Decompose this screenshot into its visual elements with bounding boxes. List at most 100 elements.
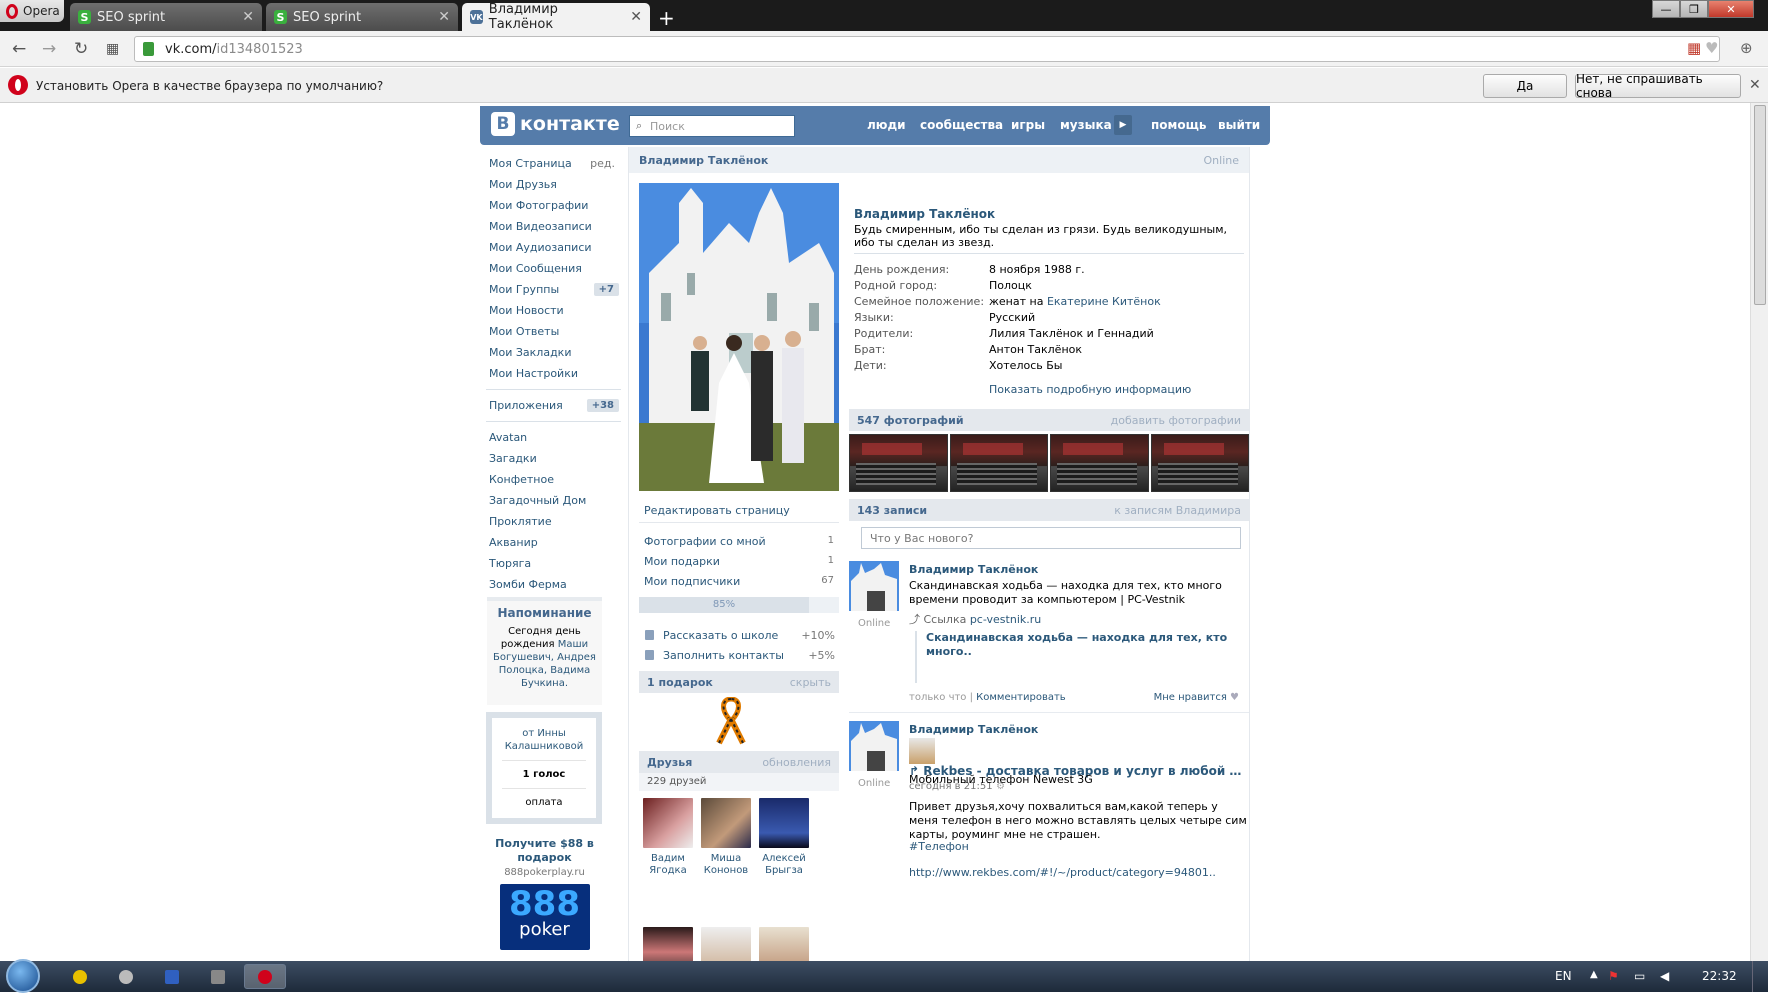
friends-updates-link[interactable]: обновления — [762, 756, 831, 769]
info-value[interactable]: 8 ноября 1988 г. — [989, 263, 1085, 276]
new-tab-icon[interactable]: + — [658, 6, 675, 30]
nav-games[interactable]: игры — [1011, 118, 1045, 132]
friend-card[interactable] — [693, 927, 759, 961]
nav-people[interactable]: люди — [867, 118, 906, 132]
menu-bookmarks[interactable]: Мои Закладки — [486, 342, 621, 363]
post-author[interactable]: Владимир Таклёнок — [909, 563, 1038, 576]
like-button[interactable]: Мне нравится ♥ — [1154, 692, 1239, 703]
tab-vk-profile[interactable]: VK Владимир Таклёнок ✕ — [462, 2, 650, 32]
menu-videos[interactable]: Мои Видеозаписи — [486, 216, 621, 237]
post-author-avatar[interactable] — [849, 721, 899, 771]
menu-my-page[interactable]: Моя Страница ред. — [486, 153, 621, 174]
volume-icon[interactable]: ◀ — [1660, 969, 1669, 983]
nav-logout[interactable]: выйти — [1218, 118, 1260, 132]
menu-audio[interactable]: Мои Аудиозаписи — [486, 237, 621, 258]
friend-card[interactable]: Алексей Брыгза — [751, 798, 817, 877]
menu-news[interactable]: Мои Новости — [486, 300, 621, 321]
network-icon[interactable]: ▭ — [1634, 969, 1645, 983]
wall-post-input[interactable]: Что у Вас нового? — [861, 527, 1241, 549]
speed-dial-icon[interactable]: ▦ — [106, 41, 119, 57]
taskbar-app-1[interactable] — [60, 964, 100, 989]
photos-with-me-link[interactable]: Фотографии со мной 1 — [639, 535, 839, 548]
heart-bookmark-icon[interactable]: ♥ — [1705, 39, 1718, 57]
app-item[interactable]: Загадки — [486, 448, 621, 469]
post-external-link[interactable]: http://www.rekbes.com/#!/~/product/categ… — [909, 866, 1249, 880]
repost-source-avatar[interactable] — [909, 738, 935, 764]
reload-icon[interactable]: ↻ — [74, 39, 88, 59]
post-time[interactable]: только что — [909, 692, 966, 703]
ad-888poker-logo[interactable]: 888 poker — [499, 884, 590, 950]
menu-photos[interactable]: Мои Фотографии — [486, 195, 621, 216]
nav-help[interactable]: помощь — [1151, 118, 1206, 132]
menu-groups[interactable]: Мои Группы +7 — [486, 279, 621, 300]
edit-page-button[interactable]: Редактировать страницу — [639, 499, 839, 523]
menu-messages[interactable]: Мои Сообщения — [486, 258, 621, 279]
tab-seo-sprint-1[interactable]: S SEO sprint ✕ — [70, 3, 262, 31]
ad-block[interactable]: Получите $88 в подарок 888pokerplay.ru 8… — [487, 837, 602, 950]
photos-title[interactable]: 547 фотографий — [857, 414, 964, 427]
vk-logo[interactable]: В контакте — [491, 112, 620, 136]
ribbon-gift-icon[interactable] — [713, 697, 749, 745]
post-link-preview[interactable]: Скандинавская ходьба — находка для тех, … — [915, 631, 1249, 683]
spouse-link[interactable]: Екатерине Китёнок — [1047, 295, 1161, 308]
nav-music[interactable]: музыка — [1060, 118, 1112, 132]
menu-friends[interactable]: Мои Друзья — [486, 174, 621, 195]
page-scrollbar[interactable] — [1750, 103, 1768, 961]
infobar-no-button[interactable]: Нет, не спрашивать снова — [1575, 72, 1741, 100]
friend-card[interactable]: Вадим Ягодка — [635, 798, 701, 877]
menu-settings[interactable]: Мои Настройки — [486, 363, 621, 384]
taskbar-opera[interactable] — [244, 964, 286, 989]
app-item[interactable]: Avatan — [486, 427, 621, 448]
photo-thumbnail[interactable] — [1150, 434, 1249, 492]
download-icon[interactable]: ⊕ — [1740, 39, 1753, 57]
friend-card[interactable] — [751, 927, 817, 961]
my-subscribers-link[interactable]: Мои подписчики 67 — [639, 575, 839, 588]
scrollbar-thumb[interactable] — [1754, 105, 1766, 305]
post-author[interactable]: Владимир Таклёнок — [909, 723, 1038, 736]
post-hashtag[interactable]: #Телефон — [909, 840, 1249, 854]
source-link[interactable]: pc-vestnik.ru — [970, 613, 1041, 626]
show-more-info-link[interactable]: Показать подробную информацию — [989, 383, 1191, 396]
my-gifts-link[interactable]: Мои подарки 1 — [639, 555, 839, 568]
tab-close-icon[interactable]: ✕ — [630, 9, 642, 25]
app-item[interactable]: Акваниp — [486, 532, 621, 553]
show-desktop-button[interactable] — [1752, 961, 1766, 992]
action-center-icon[interactable]: ⚑ — [1608, 969, 1619, 983]
opera-menu-button[interactable]: Opera — [0, 0, 64, 22]
app-item[interactable]: Загадочный Дом — [486, 490, 621, 511]
app-item[interactable]: Конфетное — [486, 469, 621, 490]
friends-title[interactable]: Друзья — [647, 756, 692, 769]
tip-school[interactable]: Рассказать о школе +10% — [643, 629, 839, 642]
search-input[interactable]: ⌕ Поиск — [629, 115, 795, 137]
add-photos-link[interactable]: добавить фотографии — [1111, 414, 1241, 427]
gifts-title[interactable]: 1 подарок — [647, 676, 713, 689]
minimize-icon[interactable]: — — [1652, 0, 1680, 18]
ad-title[interactable]: Получите $88 в подарок — [487, 837, 602, 865]
taskbar-app-4[interactable] — [198, 964, 238, 989]
wall-all-link[interactable]: к записям Владимира — [1114, 504, 1241, 517]
clock[interactable]: 22:32 — [1702, 969, 1737, 983]
photo-thumbnail[interactable] — [949, 434, 1048, 492]
close-window-icon[interactable]: ✕ — [1708, 0, 1754, 18]
back-arrow-icon[interactable]: ← — [12, 39, 26, 59]
app-item[interactable]: Проклятие — [486, 511, 621, 532]
comment-link[interactable]: Комментировать — [976, 692, 1066, 703]
info-value[interactable]: Антон Таклёнок — [989, 343, 1082, 356]
extension-icon[interactable]: ▦ — [1687, 39, 1701, 57]
photo-thumbnail[interactable] — [1050, 434, 1149, 492]
info-value[interactable]: Полоцк — [989, 279, 1032, 292]
edit-link[interactable]: ред. — [590, 157, 615, 170]
tab-close-icon[interactable]: ✕ — [438, 9, 450, 25]
tab-seo-sprint-2[interactable]: S SEO sprint ✕ — [266, 3, 458, 31]
vote-from[interactable]: от Инны Калашниковой — [492, 727, 596, 753]
forward-arrow-icon[interactable]: → — [42, 39, 56, 59]
url-field[interactable]: vk.com/id134801523 — [134, 36, 1720, 62]
gifts-hide-link[interactable]: скрыть — [790, 676, 831, 689]
infobar-close-icon[interactable]: ✕ — [1749, 77, 1761, 93]
tab-close-icon[interactable]: ✕ — [242, 9, 254, 25]
infobar-yes-button[interactable]: Да — [1483, 74, 1567, 98]
tray-expand-icon[interactable]: ▲ — [1590, 969, 1598, 980]
tip-contacts[interactable]: Заполнить контакты +5% — [643, 649, 839, 662]
music-play-icon[interactable]: ▶ — [1114, 115, 1132, 135]
keyboard-language[interactable]: EN — [1555, 969, 1572, 983]
